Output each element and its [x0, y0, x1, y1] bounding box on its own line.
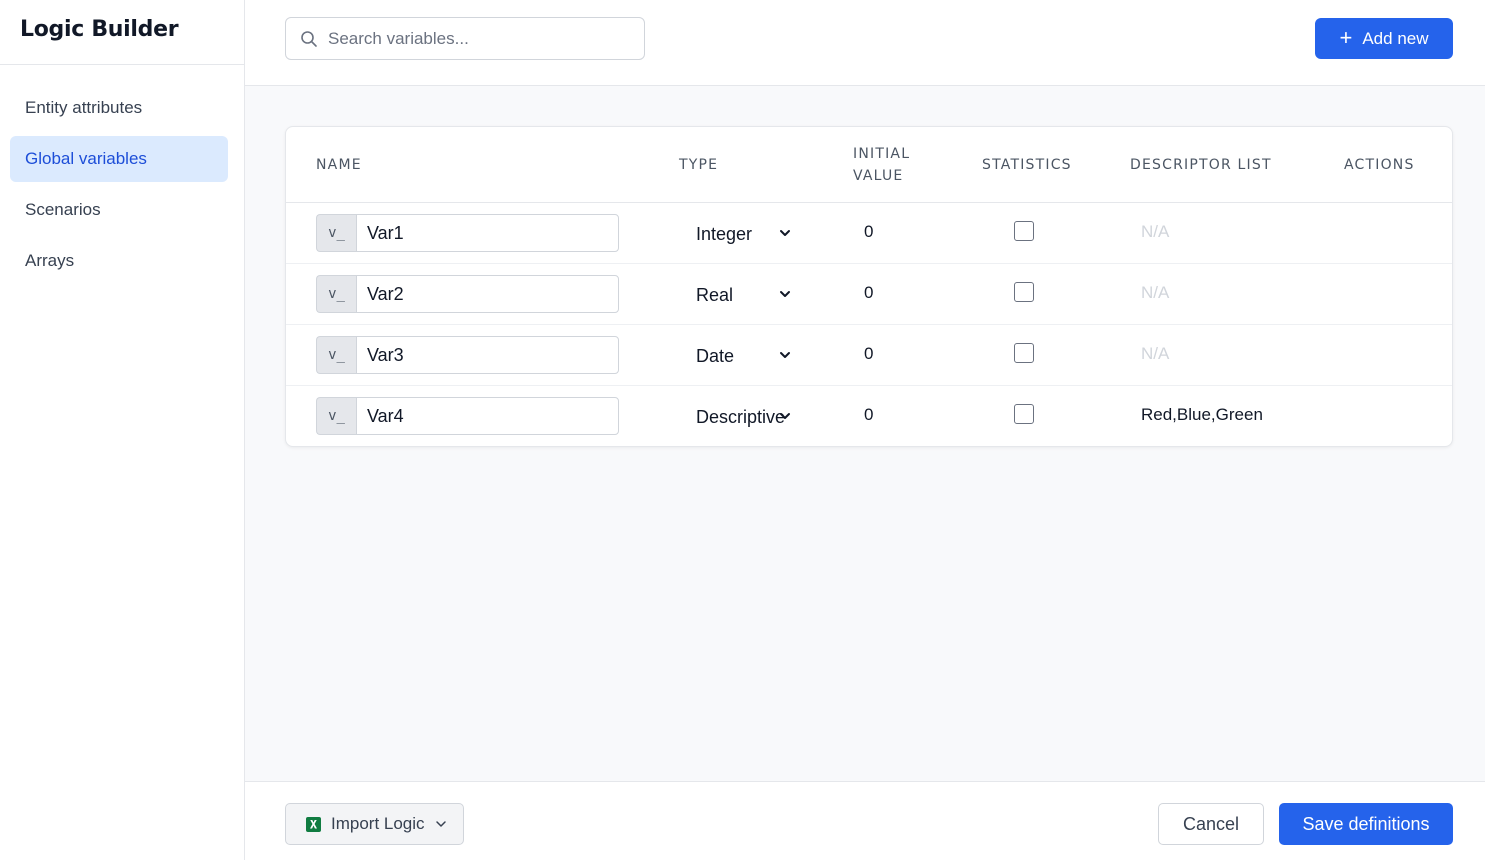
variable-name-input[interactable] — [356, 275, 619, 313]
import-logic-button[interactable]: Import Logic — [285, 803, 464, 845]
descriptor-list-value: N/A — [1141, 344, 1170, 363]
column-header-type: TYPE — [679, 157, 719, 173]
add-new-button[interactable]: + Add new — [1315, 18, 1453, 59]
type-select-value: Date — [696, 345, 735, 366]
search-input[interactable] — [328, 28, 628, 49]
column-header-actions: ACTIONS — [1344, 157, 1415, 173]
chevron-down-icon — [780, 352, 790, 358]
descriptor-list-value: N/A — [1141, 283, 1170, 302]
variable-prefix-badge: v_ — [316, 275, 356, 313]
app-title: Logic Builder — [0, 0, 244, 65]
type-select-value: Integer — [696, 223, 753, 244]
plus-icon: + — [1339, 24, 1353, 50]
chevron-down-icon — [780, 230, 790, 236]
sidebar-item-arrays[interactable]: Arrays — [10, 238, 228, 284]
initial-value[interactable]: 0 — [864, 405, 873, 425]
type-select[interactable]: Date — [696, 343, 791, 369]
variable-prefix-badge: v_ — [316, 336, 356, 374]
sidebar-item-global-variables[interactable]: Global variables — [10, 136, 228, 182]
variable-name-input[interactable] — [356, 214, 619, 252]
column-header-statistics: STATISTICS — [982, 157, 1072, 173]
type-select[interactable]: Integer — [696, 221, 791, 247]
table-row: v_ Real 0 N/A — [286, 264, 1452, 325]
column-header-initial-value: INITIAL VALUE — [853, 146, 911, 184]
type-select-value: Real — [696, 284, 734, 305]
sidebar-item-entity-attributes[interactable]: Entity attributes — [10, 85, 228, 131]
variable-name-input[interactable] — [356, 336, 619, 374]
column-header-descriptor-list: DESCRIPTOR LIST — [1130, 157, 1272, 173]
sidebar-item-scenarios[interactable]: Scenarios — [10, 187, 228, 233]
type-select[interactable]: Real — [696, 282, 791, 308]
statistics-checkbox[interactable] — [1014, 282, 1034, 302]
chevron-down-icon — [780, 291, 790, 297]
table-row: v_ Integer 0 N/A — [286, 203, 1452, 264]
search-icon — [301, 30, 317, 47]
variable-prefix-badge: v_ — [316, 397, 356, 435]
excel-icon — [306, 816, 321, 832]
column-header-name: NAME — [316, 157, 362, 173]
variable-name-field: v_ — [316, 336, 619, 374]
chevron-down-icon — [435, 821, 446, 827]
statistics-checkbox[interactable] — [1014, 404, 1034, 424]
footer-bar: Import Logic Cancel Save definitions — [245, 781, 1485, 860]
variable-name-field: v_ — [316, 397, 619, 435]
initial-value[interactable]: 0 — [864, 344, 873, 364]
variable-name-field: v_ — [316, 214, 619, 252]
add-new-label: Add new — [1362, 28, 1429, 48]
import-logic-label: Import Logic — [331, 814, 425, 833]
chevron-down-icon — [780, 413, 790, 419]
variable-name-field: v_ — [316, 275, 619, 313]
initial-value[interactable]: 0 — [864, 222, 873, 242]
variable-prefix-badge: v_ — [316, 214, 356, 252]
table-row: v_ Descriptive 0 Red,Blue,Green — [286, 386, 1452, 447]
save-definitions-button[interactable]: Save definitions — [1279, 803, 1453, 845]
sidebar: Logic Builder Entity attributes Global v… — [0, 0, 245, 860]
table-row: v_ Date 0 N/A — [286, 325, 1452, 386]
variable-name-input[interactable] — [356, 397, 619, 435]
descriptor-list-value: N/A — [1141, 222, 1170, 241]
descriptor-list-value[interactable]: Red,Blue,Green — [1141, 405, 1263, 425]
type-select-value: Descriptive — [696, 406, 786, 427]
table-header: NAME TYPE INITIAL VALUE STATISTICS DESCR… — [286, 127, 1452, 203]
cancel-button[interactable]: Cancel — [1158, 803, 1264, 845]
variables-table: NAME TYPE INITIAL VALUE STATISTICS DESCR… — [285, 126, 1453, 447]
top-bar: + Add new — [245, 0, 1485, 86]
type-select[interactable]: Descriptive — [696, 404, 791, 430]
statistics-checkbox[interactable] — [1014, 343, 1034, 363]
statistics-checkbox[interactable] — [1014, 221, 1034, 241]
sidebar-nav: Entity attributes Global variables Scena… — [0, 65, 244, 284]
search-box[interactable] — [285, 17, 645, 60]
initial-value[interactable]: 0 — [864, 283, 873, 303]
